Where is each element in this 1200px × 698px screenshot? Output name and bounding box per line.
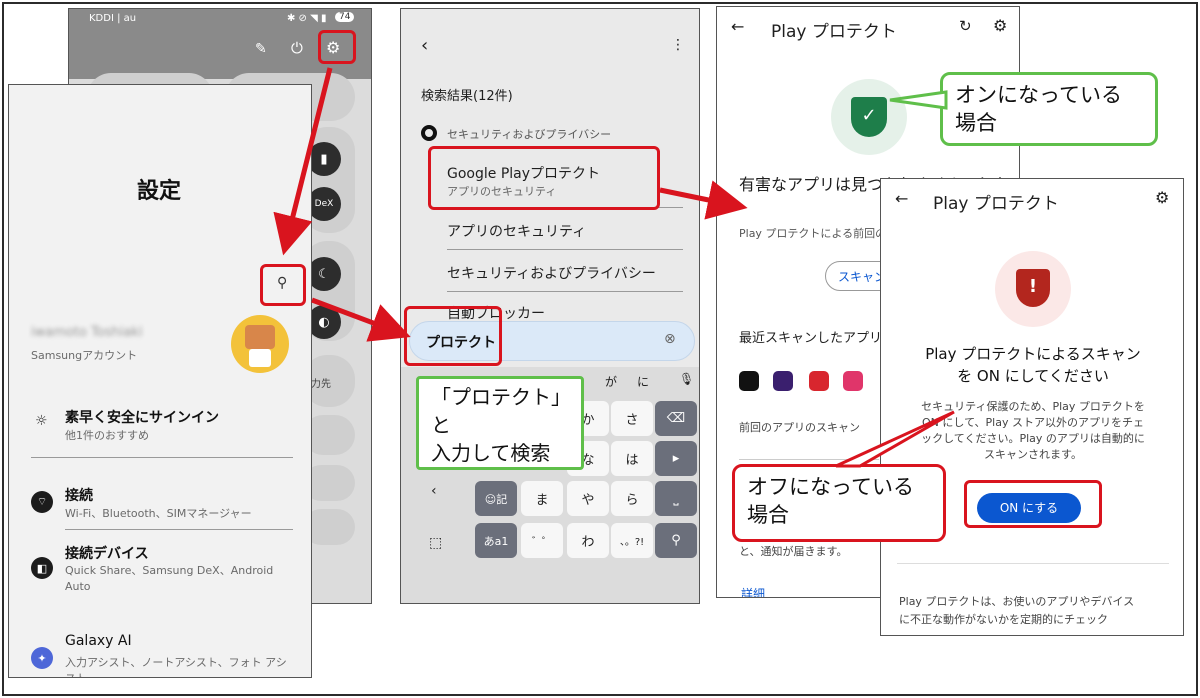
key[interactable]: は xyxy=(611,441,653,476)
app-icon xyxy=(739,371,759,391)
on-state-callout: オンになっている 場合 xyxy=(940,72,1158,146)
results-count: 検索結果(12件) xyxy=(421,89,513,104)
dex-icon[interactable]: DeX xyxy=(307,187,341,221)
sidebar-item-connections[interactable]: 接続 xyxy=(65,485,93,505)
divider xyxy=(897,563,1169,564)
signin-title[interactable]: 素早く安全にサインイン xyxy=(65,407,219,427)
search-key[interactable]: ⚲ xyxy=(655,523,697,558)
suggestion[interactable]: に xyxy=(637,373,649,390)
cursor-left-icon[interactable]: ‹ xyxy=(431,483,437,499)
app-icon xyxy=(809,371,829,391)
back-icon[interactable]: ‹ xyxy=(421,35,428,56)
account-sub: Samsungアカウント xyxy=(31,349,138,362)
result-app-security[interactable]: アプリのセキュリティ xyxy=(447,221,586,241)
divider xyxy=(447,291,683,292)
punctuation-key[interactable]: 、。?! xyxy=(611,523,653,558)
page-title: Play プロテクト xyxy=(771,22,897,42)
suggestion[interactable]: が xyxy=(605,373,617,390)
dakuten-key[interactable]: ゛゜ xyxy=(521,523,563,558)
quick-tile-label: 力先 xyxy=(311,379,331,390)
security-category-icon xyxy=(421,125,437,141)
play-protect-off-screen: ← Play プロテクト ⚙ ! Play プロテクトによるスキャン を ON … xyxy=(880,178,1184,636)
shield-halo: ! xyxy=(995,251,1071,327)
wifi-icon: ⌔ xyxy=(31,491,53,513)
app-icon xyxy=(843,371,863,391)
on-button-highlight-box xyxy=(964,480,1102,528)
key[interactable]: ま xyxy=(521,481,563,516)
backspace-key[interactable]: ⌫ xyxy=(655,401,697,436)
quick-tile-icon[interactable]: ◐ xyxy=(307,305,341,339)
shield-check-icon: ✓ xyxy=(851,97,887,137)
cursor-right-key[interactable]: ▸ xyxy=(655,441,697,476)
page-title: Play プロテクト xyxy=(933,194,1059,214)
divider xyxy=(739,459,879,460)
enable-headline: Play プロテクトによるスキャン を ON にしてください xyxy=(925,345,1141,385)
battery-saver-icon[interactable]: ▮ xyxy=(307,142,341,176)
key[interactable]: や xyxy=(567,481,609,516)
off-state-callout: オフになっている 場合 xyxy=(732,464,946,542)
signin-sub: 他1件のおすすめ xyxy=(65,429,149,442)
power-icon[interactable]: ⏻ xyxy=(291,39,303,57)
lightbulb-icon: ☼ xyxy=(35,413,48,429)
night-mode-icon[interactable]: ☾ xyxy=(307,257,341,291)
footer-text: Play プロテクトは、お使いのアプリやデバイス に不正な動作がないかを定期的に… xyxy=(899,595,1135,626)
refresh-icon[interactable]: ↻ xyxy=(959,17,972,35)
shield-halo: ✓ xyxy=(831,79,907,155)
recent-apps-label: 最近スキャンしたアプリ xyxy=(739,331,883,346)
sidebar-item-connected-devices[interactable]: 接続デバイス xyxy=(65,543,149,563)
avatar[interactable] xyxy=(231,315,289,373)
gear-highlight-box xyxy=(318,30,356,64)
connections-sub: Wi-Fi、Bluetooth、SIMマネージャー xyxy=(65,507,252,520)
carrier-label: KDDI | au xyxy=(89,13,137,24)
details-link[interactable]: 詳細 xyxy=(741,585,765,597)
key[interactable]: ら xyxy=(611,481,653,516)
emoji-key[interactable]: ☺記 xyxy=(475,481,517,516)
space-key[interactable]: ⎵ xyxy=(655,481,697,516)
key[interactable]: さ xyxy=(611,401,653,436)
enable-body: セキュリティ保護のため、Play プロテクトを ON にして、Play ストア以… xyxy=(921,400,1145,461)
status-icons: ✱ ⊘ ◥ ▮ xyxy=(287,13,327,24)
gear-icon[interactable]: ⚙ xyxy=(1155,188,1169,207)
battery-badge: 74 xyxy=(335,12,355,22)
divider xyxy=(447,249,683,250)
galaxy-ai-icon: ✦ xyxy=(31,647,53,669)
page-title: 設定 xyxy=(137,179,182,204)
kana-toggle-key[interactable]: あa1 xyxy=(475,523,517,558)
result-security-privacy[interactable]: セキュリティおよびプライバシー xyxy=(447,263,656,283)
edit-icon[interactable]: ✎ xyxy=(255,41,267,57)
account-name: iwamoto Toshiaki xyxy=(31,325,143,340)
gear-icon[interactable]: ⚙ xyxy=(993,16,1007,35)
more-icon[interactable]: ⋮ xyxy=(671,37,685,53)
key[interactable]: わ xyxy=(567,523,609,558)
shield-warning-icon: ! xyxy=(1016,269,1050,307)
app-icon xyxy=(773,371,793,391)
back-arrow-icon[interactable]: ← xyxy=(895,189,908,208)
connected-devices-sub: Quick Share、Samsung DeX、Android Auto xyxy=(65,564,274,593)
query-highlight-box xyxy=(404,306,502,366)
search-highlight-box xyxy=(260,264,306,306)
mic-icon[interactable]: 🎙 xyxy=(679,372,694,386)
back-arrow-icon[interactable]: ← xyxy=(731,17,744,36)
connected-devices-icon: ◧ xyxy=(31,557,53,579)
category-label: セキュリティおよびプライバシー xyxy=(447,128,612,141)
select-icon[interactable]: ⬚ xyxy=(429,535,442,551)
result-highlight-box xyxy=(428,146,660,210)
notify-text: と、通知が届きます。 xyxy=(739,545,848,558)
divider xyxy=(65,529,293,530)
last-scan-label: 前回のアプリのスキャン xyxy=(739,421,860,434)
galaxy-ai-sub: 入力アシスト、ノートアシスト、フォト アシスト xyxy=(65,656,287,677)
settings-screen: 設定 ⚲ iwamoto Toshiaki Samsungアカウント ☼ 素早く… xyxy=(8,84,312,678)
clear-icon[interactable]: ⊗ xyxy=(664,331,676,347)
divider xyxy=(31,457,293,458)
sidebar-item-galaxy-ai[interactable]: Galaxy AI xyxy=(65,633,132,649)
search-instruction-callout: 「プロテクト」 と 入力して検索 xyxy=(416,376,584,470)
